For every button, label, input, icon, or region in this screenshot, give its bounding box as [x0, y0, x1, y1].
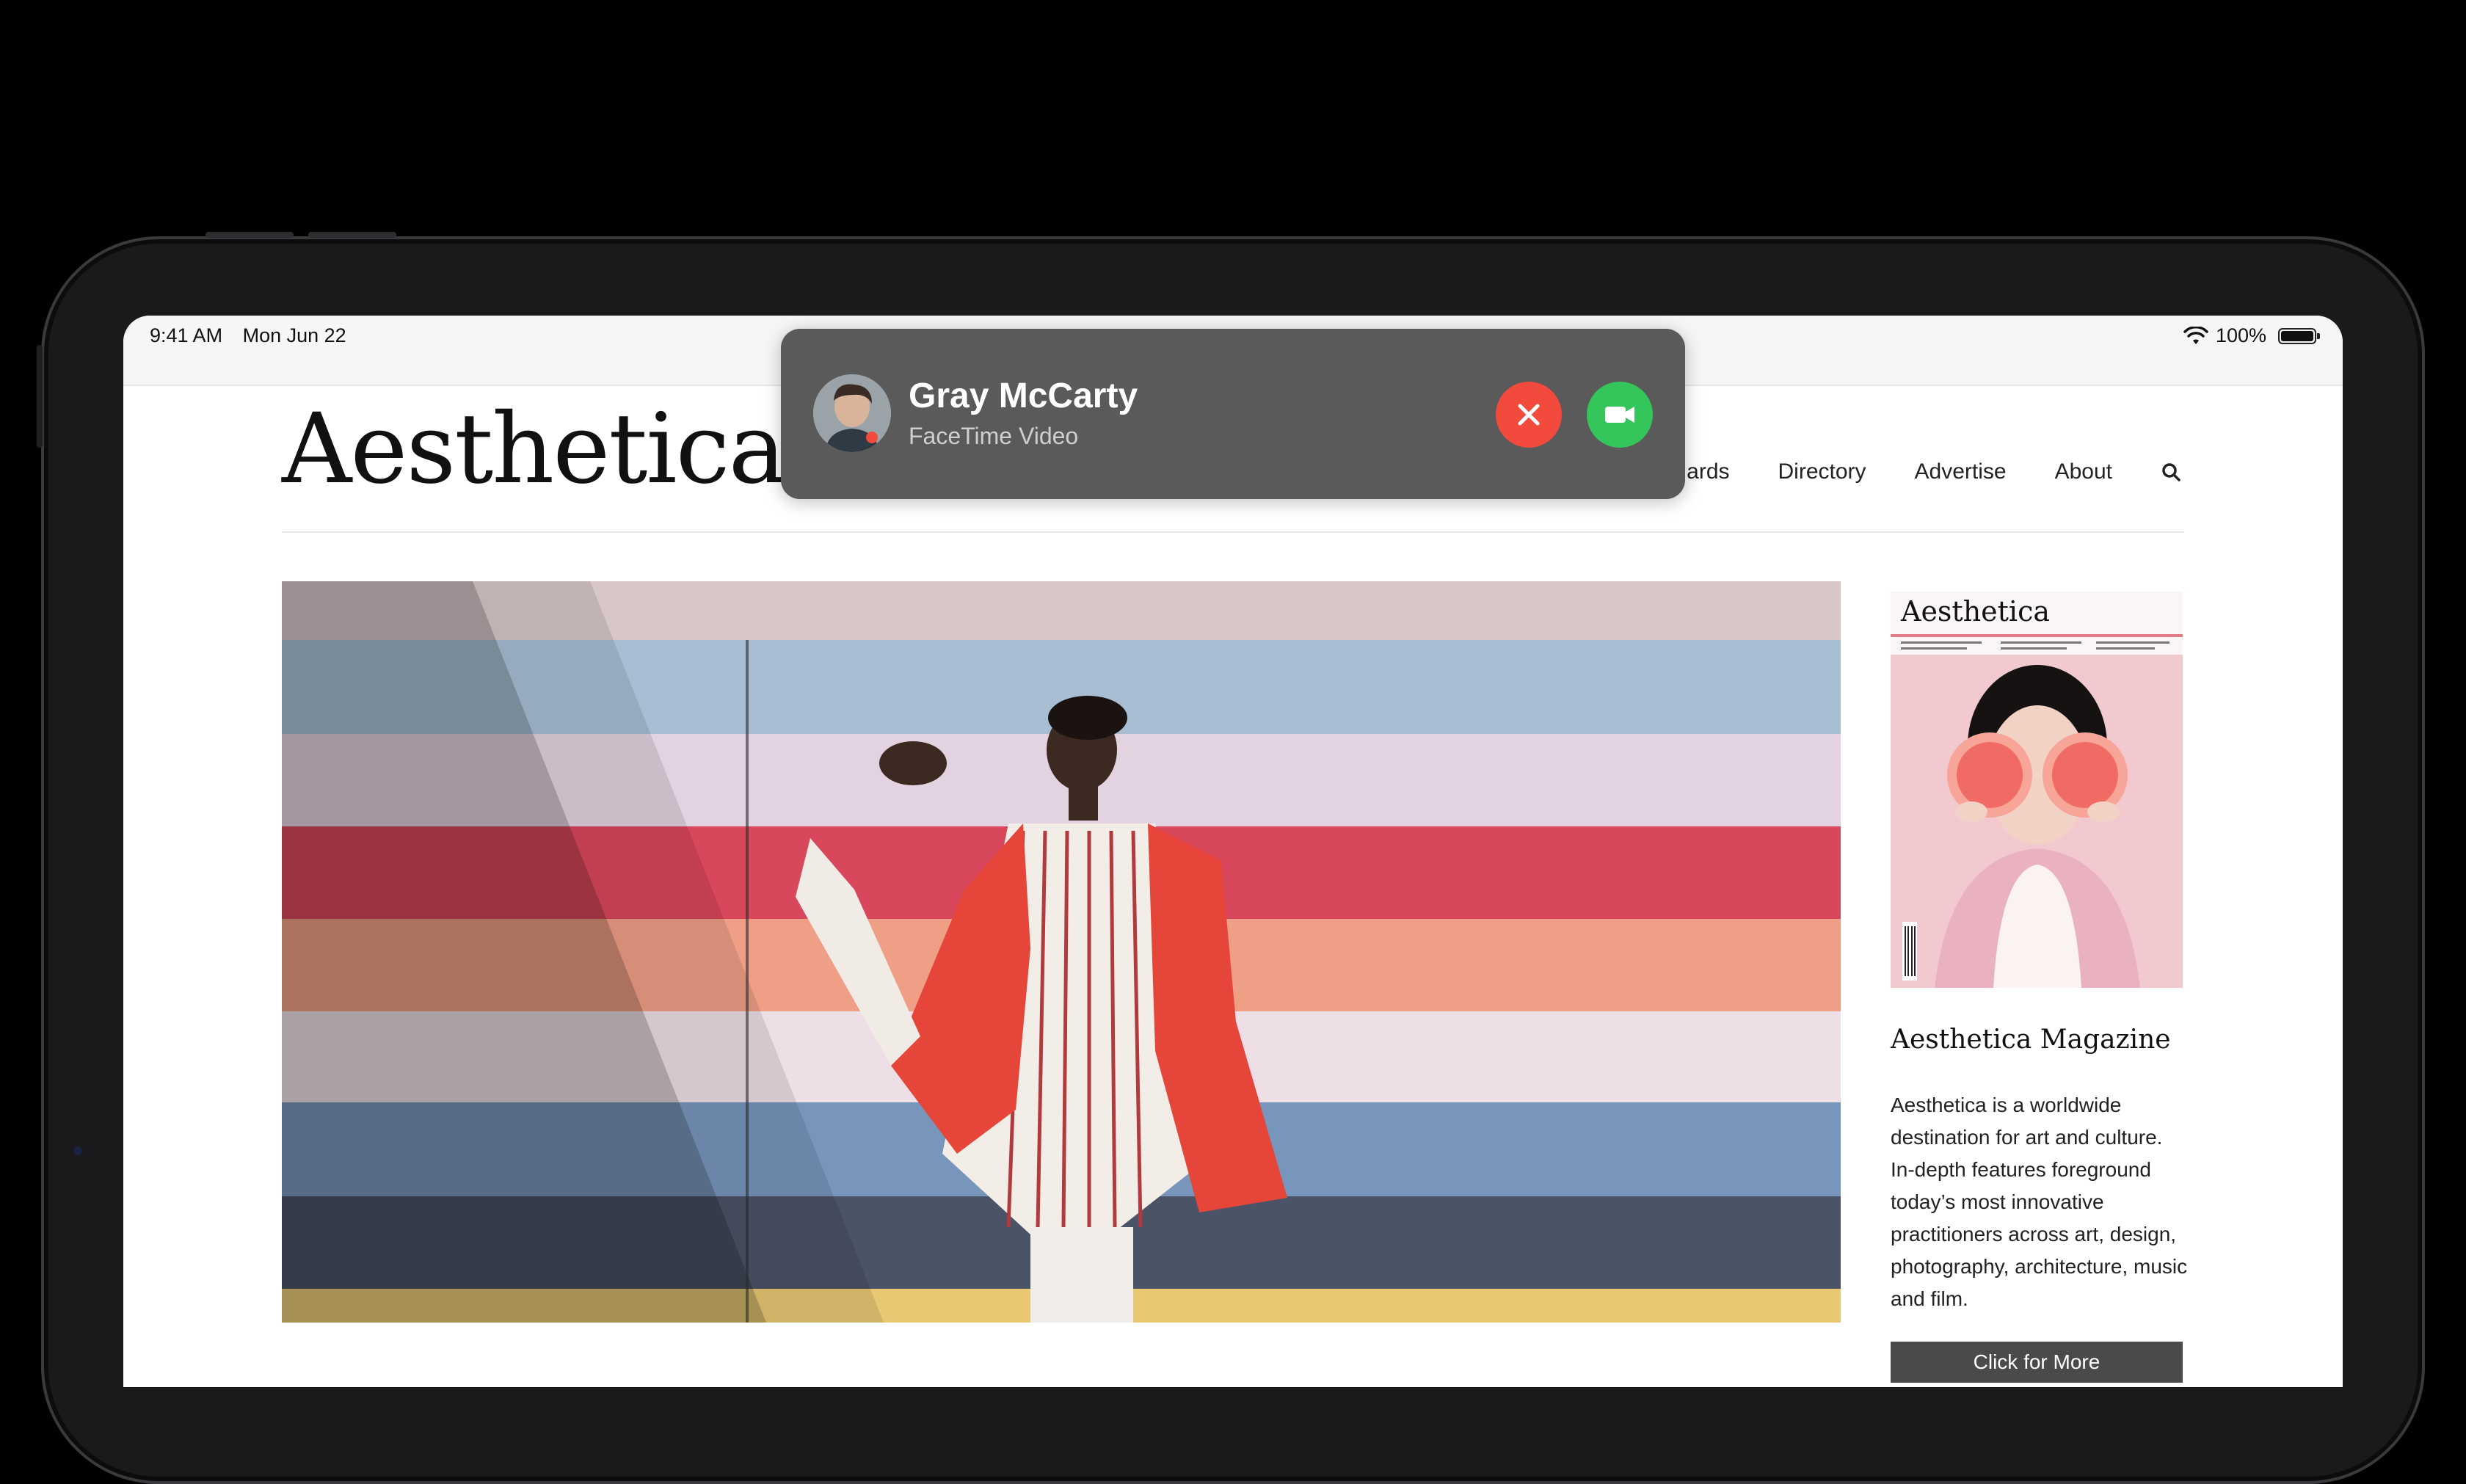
status-time: 9:41 AM — [150, 324, 223, 346]
status-left: 9:41 AM Mon Jun 22 — [150, 324, 361, 347]
wifi-icon — [2183, 326, 2208, 344]
site-logo[interactable]: Aesthetica — [282, 401, 786, 498]
magazine-title[interactable]: Aesthetica Magazine — [1891, 1025, 2171, 1055]
volume-down-button — [308, 232, 396, 238]
magazine-cover-image[interactable]: Aesthetica — [1891, 592, 2183, 988]
nav-item-awards[interactable]: ards — [1687, 459, 1729, 484]
search-icon[interactable] — [2161, 462, 2181, 482]
site-nav: ards Directory Advertise About — [1687, 459, 2181, 484]
side-edge — [37, 345, 43, 448]
nav-item-about[interactable]: About — [2055, 459, 2112, 484]
video-camera-icon — [1605, 407, 1634, 423]
caller-avatar — [813, 374, 891, 452]
decline-call-button[interactable] — [1496, 382, 1562, 448]
accept-call-button[interactable] — [1587, 382, 1653, 448]
call-type-label: FaceTime Video — [909, 423, 1079, 449]
nav-item-directory[interactable]: Directory — [1778, 459, 1866, 484]
battery-icon — [2278, 327, 2320, 344]
hero-image[interactable] — [282, 581, 1841, 1323]
nav-item-advertise[interactable]: Advertise — [1915, 459, 2007, 484]
magazine-description: Aesthetica is a worldwide destination fo… — [1891, 1094, 2188, 1310]
volume-up-button — [205, 232, 294, 238]
click-for-more-button[interactable]: Click for More — [1891, 1342, 2183, 1383]
header-divider — [282, 531, 2184, 533]
camera-dot — [73, 1146, 82, 1155]
caller-name: Gray McCarty — [909, 377, 1138, 415]
status-right: 100% — [2183, 324, 2320, 347]
facetime-call-banner[interactable]: Gray McCarty FaceTime Video — [781, 329, 1685, 499]
close-icon — [1518, 404, 1540, 426]
battery-percent: 100% — [2215, 324, 2266, 346]
cover-title: Aesthetica — [1900, 595, 2050, 628]
status-date: Mon Jun 22 — [242, 324, 346, 346]
